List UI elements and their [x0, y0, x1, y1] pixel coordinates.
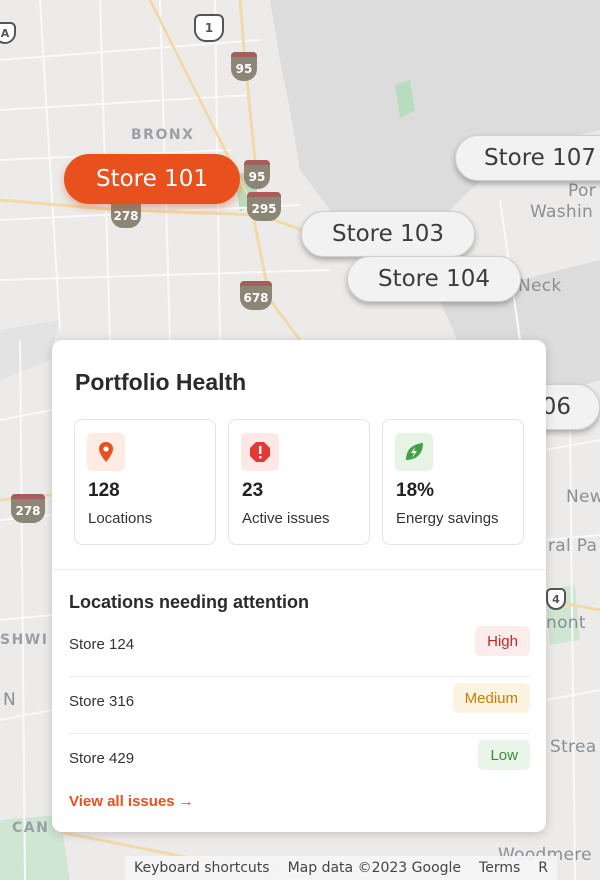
active-issues-stat[interactable]: 23 Active issues [228, 419, 370, 545]
new-label: New [566, 487, 600, 507]
energy-leaf-icon [395, 433, 433, 471]
interstate-278-shield: 278 [11, 494, 45, 523]
view-all-issues-link[interactable]: View all issues → [69, 793, 194, 810]
locations-stat[interactable]: 128 Locations [74, 419, 216, 545]
port-label: Por [568, 181, 596, 201]
attention-row[interactable]: Store 429 Low [69, 733, 530, 790]
active-issues-label: Active issues [242, 510, 330, 527]
locations-label: Locations [88, 510, 153, 527]
map-attribution-bar: Keyboard shortcuts Map data ©2023 Google… [125, 856, 557, 880]
store-104-pin[interactable]: Store 104 [347, 256, 521, 302]
location-name: Store 316 [69, 693, 135, 710]
severity-badge: Low [478, 740, 530, 770]
washington-label: Washin [530, 202, 594, 222]
location-name: Store 429 [69, 750, 135, 767]
interstate-95-shield: 95 [244, 160, 270, 189]
severity-badge: Medium [452, 683, 530, 713]
active-issues-value: 23 [242, 480, 264, 501]
location-pin-icon [87, 433, 125, 471]
severity-badge: High [475, 626, 530, 656]
energy-savings-stat[interactable]: 18% Energy savings [382, 419, 524, 545]
ral-pa-label: ral Pa [548, 536, 598, 556]
card-title: Portfolio Health [75, 369, 247, 395]
attention-row[interactable]: Store 316 Medium [69, 676, 530, 734]
map-data-attribution: Map data ©2023 Google [287, 860, 462, 876]
attention-row[interactable]: Store 124 High [69, 619, 530, 677]
alert-octagon-icon [241, 433, 279, 471]
us-route-1-shield: 1 [194, 14, 224, 42]
route-4-shield: 4 [546, 588, 566, 610]
location-name: Store 124 [69, 636, 135, 653]
report-link[interactable]: R [529, 860, 557, 876]
street-label: Strea [550, 737, 597, 757]
store-101-pin[interactable]: Store 101 [64, 154, 240, 204]
interstate-95-shield: 95 [231, 52, 257, 81]
energy-savings-label: Energy savings [396, 510, 499, 527]
neck-label: Neck [518, 276, 562, 296]
locations-value: 128 [88, 480, 120, 501]
store-107-pin[interactable]: Store 107 [455, 135, 600, 181]
interstate-678-shield: 678 [240, 281, 272, 310]
can-label: CAN [12, 820, 50, 836]
shwi-label: SHWI [0, 632, 49, 648]
interstate-295-shield: 295 [247, 192, 281, 221]
terms-link[interactable]: Terms [470, 860, 529, 876]
attention-section-title: Locations needing attention [69, 592, 310, 612]
bronx-label: BRONX [131, 127, 195, 143]
energy-savings-value: 18% [396, 480, 435, 501]
portfolio-health-card: Portfolio Health 128 Locations 23 Active… [52, 340, 546, 832]
store-103-pin[interactable]: Store 103 [301, 211, 475, 257]
n-label: N [3, 690, 17, 710]
section-divider [52, 569, 546, 570]
mont-label: nont [546, 613, 586, 633]
keyboard-shortcuts-link[interactable]: Keyboard shortcuts [125, 860, 279, 876]
